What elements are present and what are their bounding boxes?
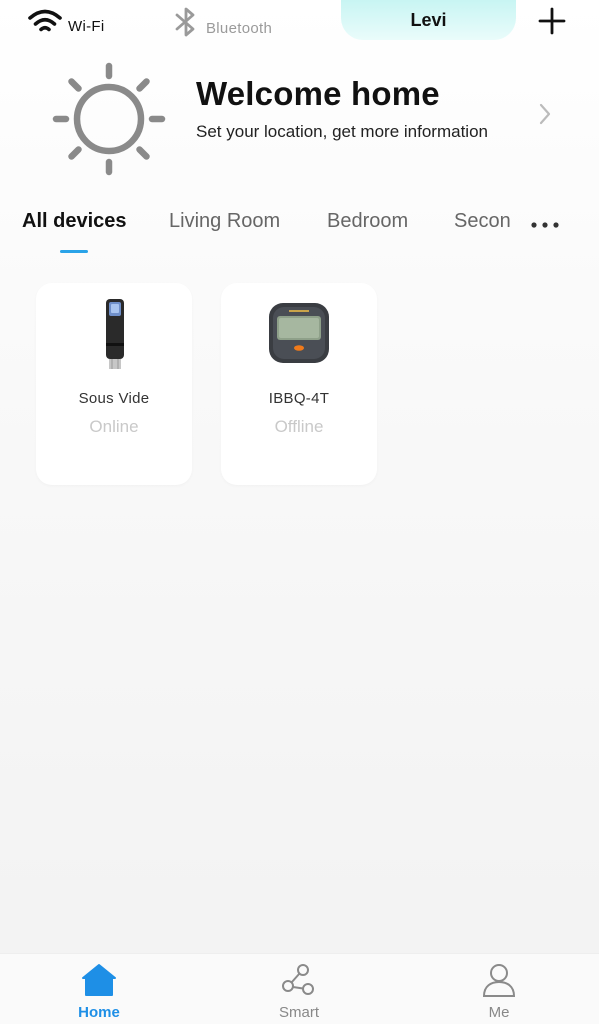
top-bar: Wi-Fi Bluetooth Levi [0, 0, 599, 50]
share-nodes-icon [282, 964, 314, 995]
person-icon [482, 964, 516, 997]
device-card-ibbq-4t[interactable]: IBBQ-4T Offline [221, 283, 377, 485]
nav-me[interactable]: Me [439, 954, 559, 1024]
welcome-title: Welcome home [196, 75, 440, 112]
device-status: Online [89, 417, 139, 436]
user-name: Levi [410, 9, 447, 30]
device-name: IBBQ-4T [268, 390, 330, 407]
welcome-subtitle: Set your location, get more information [196, 122, 488, 141]
active-tab-indicator [60, 250, 88, 253]
device-card-sous-vide[interactable]: Sous Vide Online [36, 283, 192, 485]
thermometer-device-icon [269, 303, 329, 363]
wifi-toggle[interactable]: Wi-Fi [28, 6, 104, 36]
nav-me-label: Me [488, 1004, 510, 1021]
device-status: Offline [274, 417, 324, 436]
bottom-navigation: Home Smart Me [0, 953, 599, 1024]
add-device-button[interactable] [535, 4, 569, 38]
device-name: Sous Vide [78, 390, 150, 407]
more-icon[interactable] [530, 220, 560, 230]
home-icon [82, 964, 116, 996]
bluetooth-icon [175, 7, 195, 37]
tab-bedroom[interactable]: Bedroom [327, 210, 408, 233]
bluetooth-toggle[interactable]: Bluetooth [172, 6, 272, 38]
sun-icon [52, 62, 166, 176]
chevron-right-icon[interactable] [532, 102, 556, 126]
bluetooth-label: Bluetooth [206, 20, 273, 37]
welcome-banner[interactable]: Welcome home Set your location, get more… [0, 55, 599, 176]
room-tabs: All devices Living Room Bedroom Secon [0, 205, 599, 261]
user-home-selector[interactable]: Levi [341, 0, 516, 40]
tab-living-room[interactable]: Living Room [169, 210, 280, 233]
wifi-icon [28, 9, 62, 32]
nav-home[interactable]: Home [39, 954, 159, 1024]
plus-icon [538, 7, 566, 35]
sous-vide-device-icon [106, 299, 124, 369]
tab-all-devices[interactable]: All devices [22, 210, 127, 233]
nav-smart-label: Smart [278, 1004, 319, 1021]
nav-home-label: Home [78, 1004, 120, 1021]
nav-smart[interactable]: Smart [239, 954, 359, 1024]
tab-second[interactable]: Secon [454, 210, 511, 233]
wifi-label: Wi-Fi [68, 18, 105, 35]
